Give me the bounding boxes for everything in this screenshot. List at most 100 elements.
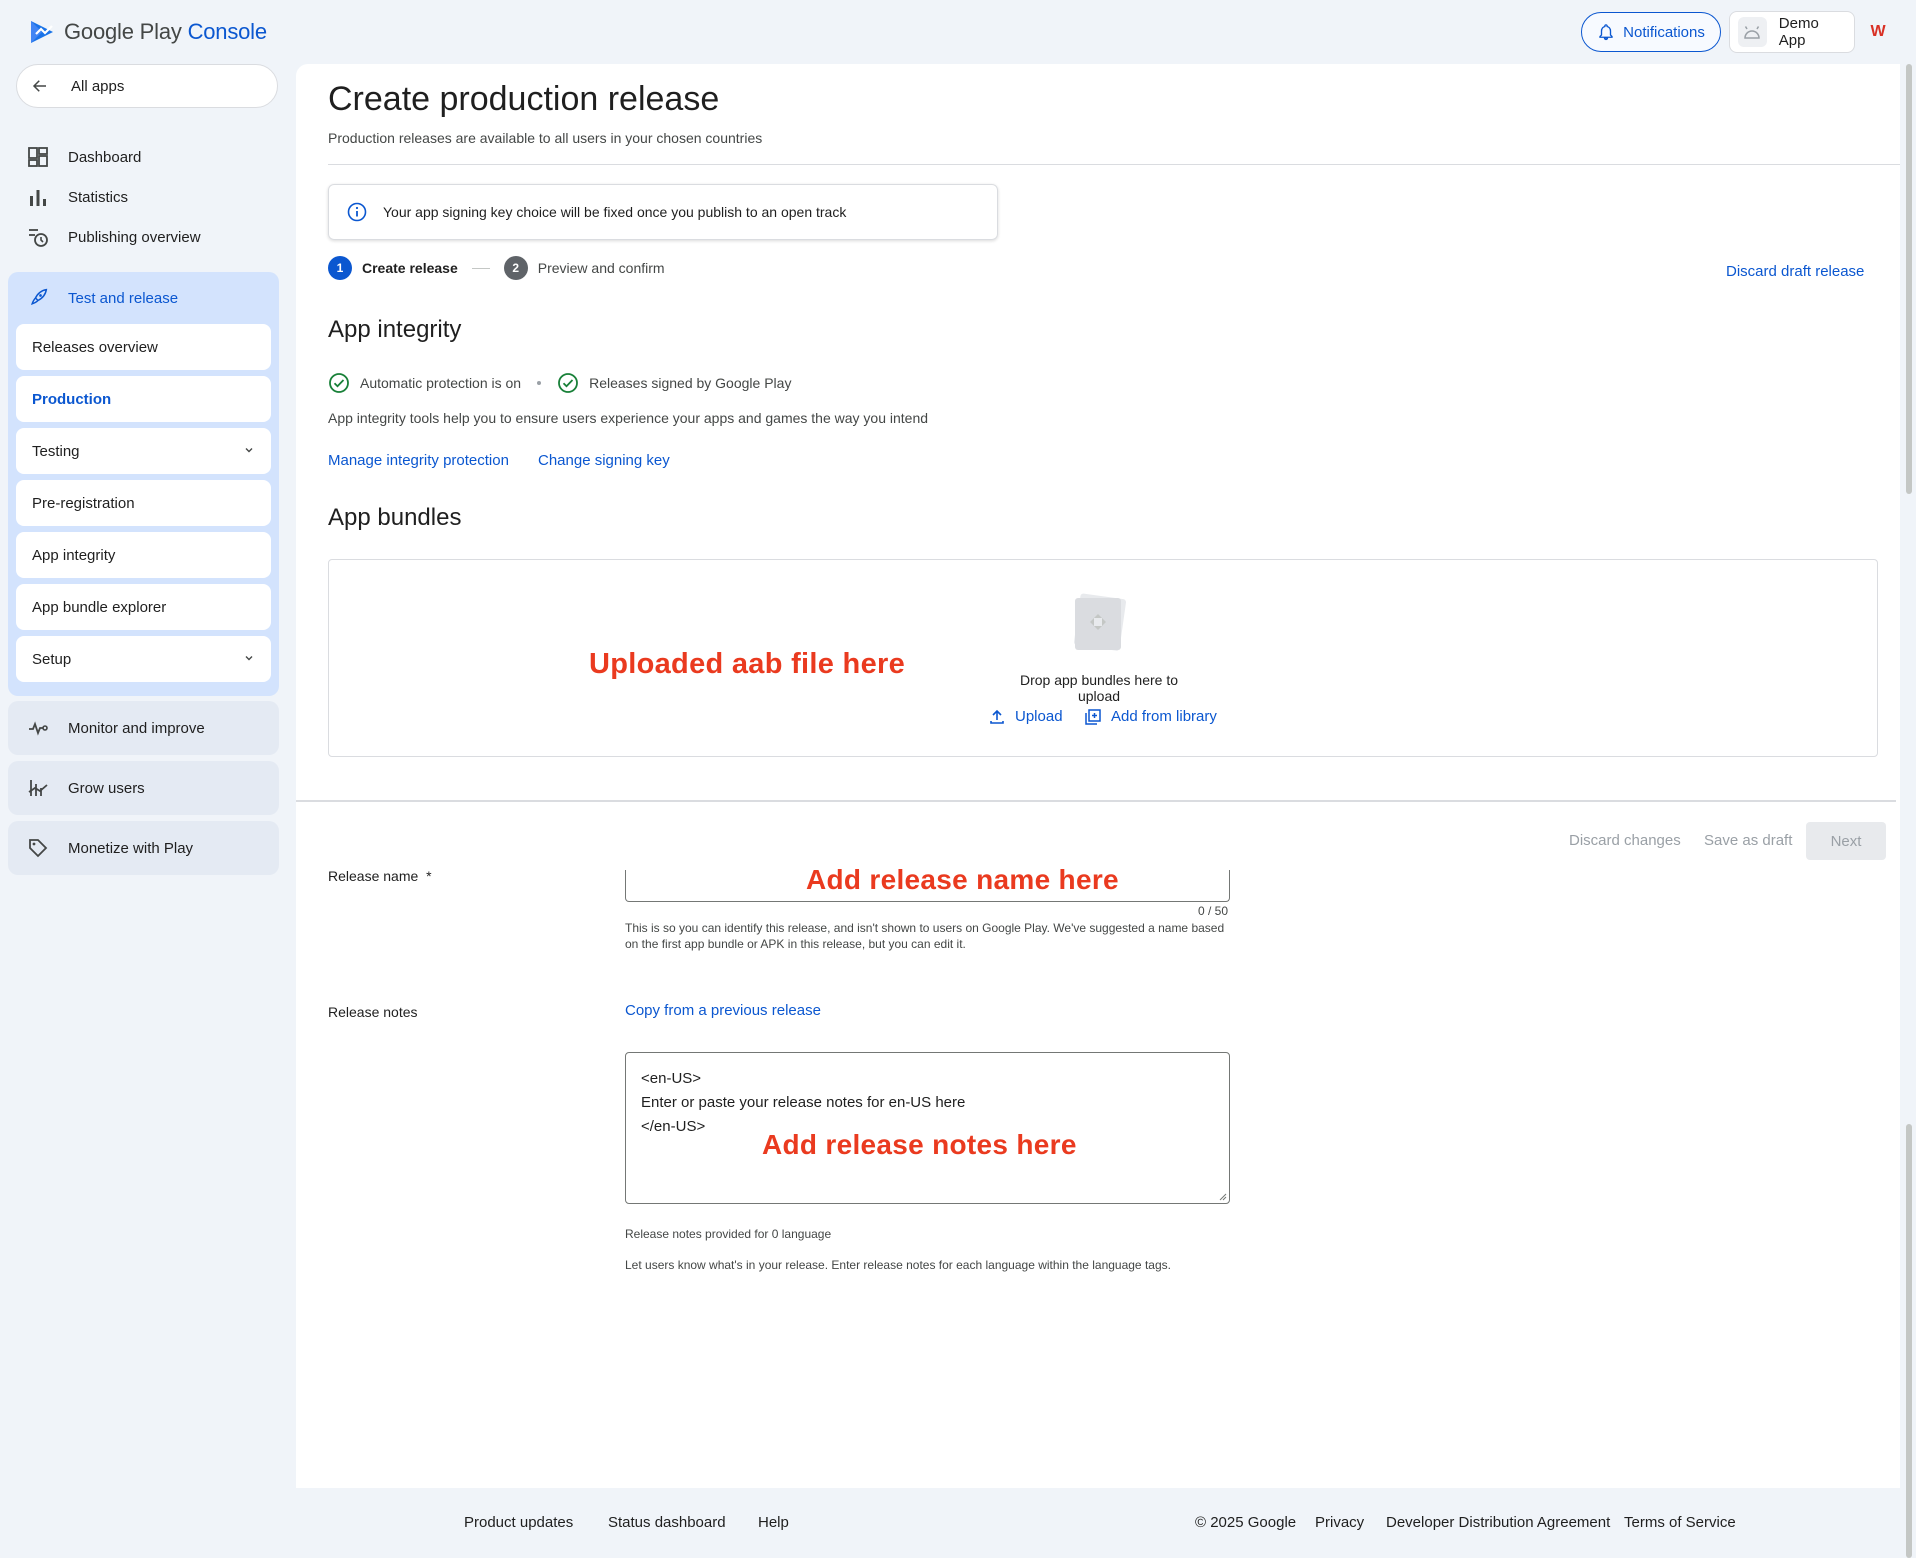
discard-draft-release-link[interactable]: Discard draft release: [1726, 263, 1864, 280]
app-bundles-heading: App bundles: [328, 504, 462, 531]
sidebar-item-grow-users[interactable]: Grow users: [8, 761, 279, 815]
discard-changes-button[interactable]: Discard changes: [1569, 832, 1681, 849]
footer-link-product-updates[interactable]: Product updates: [464, 1514, 573, 1531]
sidebar-item-statistics[interactable]: Statistics: [28, 182, 128, 212]
all-apps-label: All apps: [71, 77, 125, 95]
page-scrollbar[interactable]: [1902, 64, 1916, 1558]
sidebar-item-label: Pre-registration: [32, 494, 135, 512]
release-name-helper: This is so you can identify this release…: [625, 921, 1225, 951]
sidebar-item-production[interactable]: Production: [16, 376, 271, 422]
step-connector: [471, 267, 490, 269]
footer-link-terms[interactable]: Terms of Service: [1624, 1514, 1736, 1531]
sidebar-item-pre-registration[interactable]: Pre-registration: [16, 480, 271, 526]
step-create-release[interactable]: Create release: [362, 260, 458, 276]
release-notes-label: Release notes: [328, 1004, 418, 1020]
footer-link-status-dashboard[interactable]: Status dashboard: [608, 1514, 726, 1531]
sidebar-item-label: Dashboard: [68, 148, 142, 166]
main-content: Create production release Production rel…: [296, 64, 1900, 1558]
sidebar-item-test-and-release[interactable]: Test and release: [28, 286, 178, 310]
sidebar-item-dashboard[interactable]: Dashboard: [28, 142, 141, 172]
upload-button[interactable]: Upload: [989, 708, 1063, 725]
release-notes-helper: Let users know what's in your release. E…: [625, 1258, 1171, 1272]
bar-chart-icon: [30, 190, 46, 206]
footer: Product updates Status dashboard Help © …: [296, 1488, 1900, 1558]
bell-icon: [1599, 24, 1613, 41]
logo-console: Console: [187, 19, 268, 44]
sidebar-item-releases-overview[interactable]: Releases overview: [16, 324, 271, 370]
annotation-release-notes: Add release notes here: [762, 1129, 1077, 1160]
required-mark: *: [426, 868, 432, 884]
info-banner-text: Your app signing key choice will be fixe…: [383, 204, 847, 220]
vitals-icon: [29, 721, 48, 736]
step-number: 2: [503, 256, 528, 280]
manage-integrity-protection-link[interactable]: Manage integrity protection: [328, 452, 509, 469]
integrity-status-row: Automatic protection is on Releases sign…: [328, 372, 791, 394]
notifications-label: Notifications: [1623, 23, 1705, 41]
annotation-uploaded-aab: Uploaded aab file here: [589, 648, 906, 680]
signing-key-info-banner: Your app signing key choice will be fixe…: [328, 184, 998, 240]
scrollbar-thumb[interactable]: [1906, 64, 1912, 494]
footer-link-privacy[interactable]: Privacy: [1315, 1514, 1364, 1531]
step-preview-and-confirm[interactable]: Preview and confirm: [538, 260, 665, 276]
notes-line: <en-US>: [641, 1070, 702, 1087]
sidebar-item-label: Publishing overview: [68, 228, 201, 246]
sidebar-group-label: Test and release: [68, 289, 179, 307]
sidebar-item-publishing-overview[interactable]: Publishing overview: [28, 222, 201, 252]
release-stepper: 1 Create release 2 Preview and confirm: [328, 256, 665, 280]
page-title: Create production release: [328, 80, 720, 118]
save-as-draft-button[interactable]: Save as draft: [1704, 832, 1792, 849]
play-console-logo[interactable]: Google Play Console: [28, 18, 267, 46]
check-circle-icon: [558, 373, 578, 393]
footer-copyright: © 2025 Google: [1195, 1514, 1297, 1531]
release-action-bar: Discard changes Save as draft Next: [296, 804, 1896, 864]
sidebar-item-label: Testing: [32, 442, 80, 460]
header-divider: [328, 164, 1900, 165]
add-from-library-button[interactable]: Add from library: [1085, 708, 1217, 725]
integrity-status-signing: Releases signed by Google Play: [589, 375, 792, 391]
sidebar-item-monetize-with-play[interactable]: Monetize with Play: [8, 821, 279, 875]
next-button[interactable]: Next: [1806, 822, 1886, 860]
upload-label: Upload: [1015, 708, 1063, 725]
grow-icon: [28, 780, 48, 796]
sidebar-item-testing[interactable]: Testing: [16, 428, 271, 474]
app-bundle-drop-zone[interactable]: Uploaded aab file here Drop app bundles …: [328, 559, 1878, 757]
chevron-down-icon: [245, 448, 253, 453]
chevron-down-icon: [245, 656, 253, 661]
footer-link-distribution-agreement[interactable]: Developer Distribution Agreement: [1386, 1514, 1610, 1531]
footer-link-help[interactable]: Help: [758, 1514, 789, 1531]
app-selector[interactable]: Demo App: [1729, 11, 1855, 53]
sidebar-item-label: App integrity: [32, 546, 116, 564]
sidebar-item-app-integrity[interactable]: App integrity: [16, 532, 271, 578]
release-name-label: Release name *: [328, 868, 432, 884]
history-icon: [29, 229, 48, 247]
step-number: 1: [328, 256, 352, 280]
sidebar: All apps Dashboard Statistics Publishing…: [0, 64, 290, 875]
sidebar-item-label: Production: [32, 390, 112, 408]
sidebar-item-setup[interactable]: Setup: [16, 636, 271, 682]
notifications-button[interactable]: Notifications: [1581, 12, 1721, 52]
sidebar-item-monitor-and-improve[interactable]: Monitor and improve: [8, 701, 279, 755]
account-avatar[interactable]: W: [1866, 20, 1890, 44]
add-from-library-label: Add from library: [1111, 708, 1217, 725]
sidebar-item-label: Statistics: [68, 188, 129, 206]
copy-from-previous-release-link[interactable]: Copy from a previous release: [625, 1002, 821, 1019]
library-add-icon: [1085, 708, 1101, 725]
section-divider: [296, 800, 1896, 802]
integrity-description: App integrity tools help you to ensure u…: [328, 410, 929, 426]
resize-handle-icon[interactable]: [1217, 1191, 1227, 1201]
app-name: Demo App: [1778, 15, 1819, 49]
integrity-status-protection: Automatic protection is on: [360, 375, 522, 391]
info-icon: [347, 202, 367, 222]
change-signing-key-link[interactable]: Change signing key: [538, 452, 670, 469]
drop-zone-text: Drop app bundles here to upload: [1020, 672, 1178, 704]
release-notes-textarea[interactable]: <en-US> Enter or paste your release note…: [625, 1052, 1230, 1204]
release-name-input[interactable]: Add release name here: [625, 864, 1230, 902]
sidebar-item-app-bundle-explorer[interactable]: App bundle explorer: [16, 584, 271, 630]
all-apps-button[interactable]: All apps: [16, 64, 278, 108]
notes-line: Enter or paste your release notes for en…: [641, 1094, 966, 1111]
account-initial: W: [1870, 23, 1886, 40]
scrollbar-thumb[interactable]: [1906, 1124, 1912, 1558]
logo-google-play: Google Play: [64, 19, 182, 44]
release-name-counter: 0 / 50: [1197, 904, 1228, 918]
app-bundle-icon: [1073, 593, 1126, 651]
